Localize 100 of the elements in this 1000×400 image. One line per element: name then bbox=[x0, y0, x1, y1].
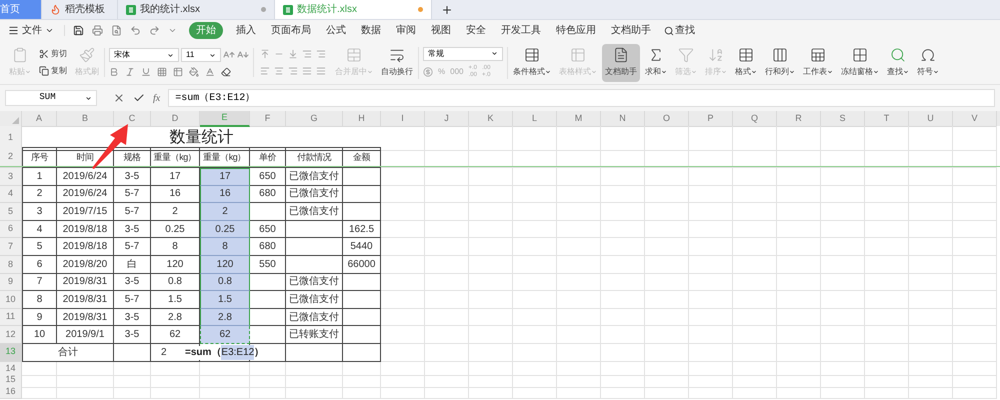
column-header[interactable]: J bbox=[425, 111, 469, 126]
number-format-button[interactable]: 000 bbox=[450, 68, 464, 76]
row-header[interactable]: 13 bbox=[0, 344, 22, 362]
column-header[interactable]: F bbox=[250, 111, 286, 126]
row-header[interactable]: 5 bbox=[0, 203, 22, 221]
row-header[interactable]: 6 bbox=[0, 220, 22, 238]
row-header[interactable]: 11 bbox=[0, 308, 22, 326]
row-header[interactable]: 9 bbox=[0, 274, 22, 292]
column-header[interactable]: R bbox=[777, 111, 821, 126]
ribbon-button[interactable]: 符号 bbox=[914, 44, 942, 82]
ribbon-tab[interactable]: 插入 bbox=[234, 23, 258, 38]
number-format-button[interactable]: % bbox=[438, 68, 446, 76]
currency-icon[interactable] bbox=[423, 66, 433, 76]
table-cell bbox=[469, 362, 513, 376]
preview-icon[interactable] bbox=[111, 25, 122, 36]
justify-icon[interactable] bbox=[302, 66, 312, 76]
font-color-icon[interactable] bbox=[205, 67, 215, 77]
ribbon-button[interactable]: 工作表 bbox=[800, 44, 836, 82]
row-header[interactable]: 10 bbox=[0, 291, 22, 309]
table-cell bbox=[601, 274, 645, 292]
row-header[interactable]: 2 bbox=[0, 147, 22, 168]
column-header[interactable]: Q bbox=[733, 111, 777, 126]
ribbon-button[interactable]: 自动换行 bbox=[378, 44, 416, 82]
document-tab[interactable]: 首页 bbox=[0, 0, 42, 19]
row-header[interactable]: 16 bbox=[0, 384, 22, 400]
cell-style-icon[interactable] bbox=[173, 67, 183, 77]
print-icon[interactable] bbox=[92, 25, 103, 36]
column-header[interactable]: H bbox=[343, 111, 381, 126]
caret-icon[interactable] bbox=[168, 26, 177, 35]
indent-icon[interactable] bbox=[302, 49, 312, 59]
column-header[interactable]: T bbox=[865, 111, 909, 126]
save-icon[interactable] bbox=[73, 25, 84, 36]
document-tab[interactable]: 数据统计.xlsx bbox=[275, 0, 432, 19]
cancel-icon[interactable] bbox=[113, 92, 125, 104]
ribbon-tab[interactable]: 公式 bbox=[324, 23, 348, 38]
row-header[interactable]: 8 bbox=[0, 256, 22, 274]
column-header[interactable]: E bbox=[200, 111, 250, 126]
ribbon-button[interactable]: 冻结窗格 bbox=[838, 44, 882, 82]
align-right-icon[interactable] bbox=[288, 66, 298, 76]
column-header[interactable]: A bbox=[22, 111, 57, 126]
confirm-icon[interactable] bbox=[133, 92, 145, 104]
ribbon-button[interactable]: 格式 bbox=[732, 44, 760, 82]
column-header[interactable]: K bbox=[469, 111, 513, 126]
border-icon[interactable] bbox=[157, 67, 167, 77]
font-size-dropdown[interactable]: 11 bbox=[181, 48, 221, 62]
underline-icon[interactable] bbox=[141, 67, 151, 77]
align-left-icon[interactable] bbox=[260, 66, 270, 76]
column-header[interactable]: N bbox=[601, 111, 645, 126]
number-format-dropdown[interactable]: 常规 bbox=[423, 46, 503, 60]
column-header[interactable]: O bbox=[645, 111, 689, 126]
ribbon-tab[interactable]: 开发工具 bbox=[499, 23, 543, 38]
eraser-icon[interactable] bbox=[221, 67, 231, 77]
table-cell bbox=[250, 291, 286, 309]
column-header[interactable]: G bbox=[286, 111, 343, 126]
column-header[interactable]: U bbox=[909, 111, 953, 126]
ribbon-button[interactable]: 行和列 bbox=[762, 44, 798, 82]
ribbon-tab[interactable]: 审阅 bbox=[394, 23, 418, 38]
undo-icon[interactable] bbox=[130, 25, 141, 36]
name-box[interactable]: SUM bbox=[5, 90, 97, 106]
column-header[interactable]: I bbox=[381, 111, 425, 126]
align-top-icon[interactable] bbox=[260, 49, 270, 59]
ribbon-button[interactable]: 复制 bbox=[39, 65, 67, 77]
column-header[interactable]: V bbox=[953, 111, 997, 126]
distribute-icon[interactable] bbox=[316, 66, 326, 76]
ribbon-tab[interactable]: 特色应用 bbox=[554, 23, 598, 38]
ribbon-tab[interactable]: 开始 bbox=[189, 22, 223, 39]
function-icon[interactable]: fx bbox=[153, 90, 160, 106]
ribbon-tab[interactable]: 数据 bbox=[359, 23, 383, 38]
table-cell bbox=[151, 362, 200, 376]
column-header[interactable]: P bbox=[689, 111, 733, 126]
align-center-icon[interactable] bbox=[274, 66, 284, 76]
ribbon-tab[interactable]: 安全 bbox=[464, 23, 488, 38]
row-header[interactable]: 7 bbox=[0, 238, 22, 256]
column-header[interactable]: B bbox=[57, 111, 114, 126]
font-dropdown[interactable]: 宋体 bbox=[109, 48, 179, 62]
italic-icon[interactable] bbox=[125, 67, 135, 77]
search-button[interactable]: 查找 bbox=[664, 23, 695, 38]
ribbon-tab[interactable]: 页面布局 bbox=[269, 23, 313, 38]
paint-bucket-icon[interactable] bbox=[189, 67, 199, 77]
ribbon-tab[interactable]: 视图 bbox=[429, 23, 453, 38]
table-cell bbox=[343, 203, 381, 221]
ribbon-tab[interactable]: 文档助手 bbox=[609, 23, 653, 38]
new-tab-icon[interactable] bbox=[441, 4, 453, 16]
ribbon-button[interactable]: 文档助手 bbox=[602, 44, 640, 82]
ribbon-button[interactable]: 查找 bbox=[884, 44, 912, 82]
ribbon-button[interactable]: 求和 bbox=[642, 44, 670, 82]
row-header[interactable]: 12 bbox=[0, 326, 22, 344]
indent-icon[interactable] bbox=[316, 49, 326, 59]
align-bottom-icon[interactable] bbox=[288, 49, 298, 59]
row-header[interactable]: 3 bbox=[0, 168, 22, 186]
row-header[interactable]: 4 bbox=[0, 186, 22, 204]
file-menu[interactable]: 文件 bbox=[8, 23, 54, 38]
column-header[interactable]: S bbox=[821, 111, 865, 126]
column-header[interactable]: L bbox=[513, 111, 557, 126]
bold-icon[interactable] bbox=[109, 67, 119, 77]
column-header[interactable]: M bbox=[557, 111, 601, 126]
ribbon-button[interactable]: 剪切 bbox=[39, 48, 67, 60]
formula-field[interactable]: =sum（E3:E12） bbox=[168, 89, 995, 107]
redo-icon[interactable] bbox=[149, 25, 160, 36]
ribbon-button[interactable]: 条件格式 bbox=[510, 44, 554, 82]
